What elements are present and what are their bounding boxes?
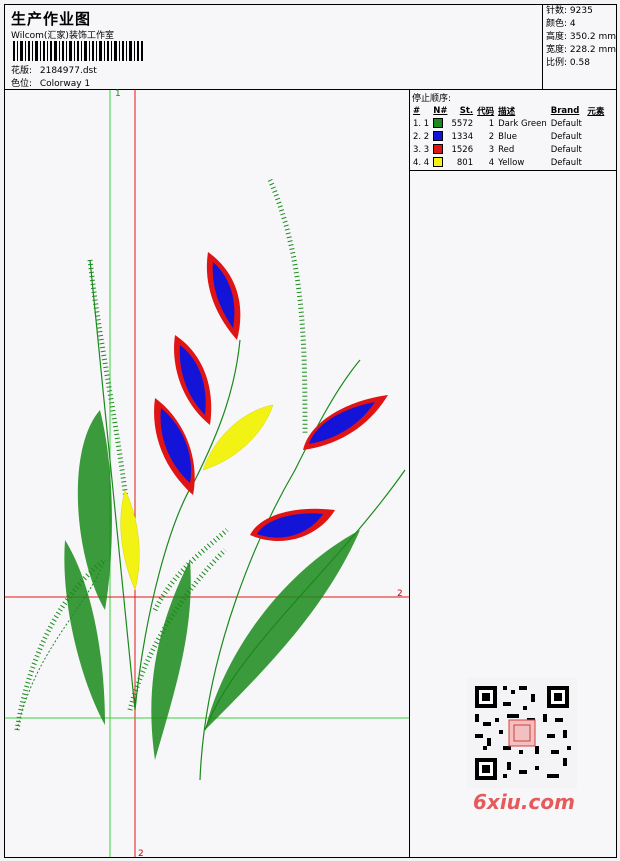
color-count: 颜色: 4	[546, 19, 576, 29]
axis-label-bottom: 2	[138, 849, 144, 859]
col-stitches: St.	[459, 105, 474, 116]
stats-panel: 针数: 9235 颜色: 4 高度: 350.2 mm 宽度: 228.2 mm…	[542, 5, 619, 90]
color-row: 3. 3 1526 3 Red Default	[411, 143, 606, 156]
design-file-row: 花版: 2184977.dst	[11, 63, 97, 76]
design-file-value: 2184977.dst	[39, 66, 97, 76]
row-brand: Default	[550, 118, 582, 129]
leaf-green-center	[151, 560, 191, 760]
row-element	[585, 117, 606, 130]
row-stitches: 1526	[451, 144, 474, 155]
colorway-value: Colorway 1	[39, 79, 91, 89]
row-swatch	[431, 143, 449, 156]
row-desc: Dark Green	[498, 118, 547, 129]
color-swatch	[433, 118, 444, 129]
col-desc: 描述	[498, 106, 516, 117]
row-swatch	[431, 156, 449, 169]
colorway-row: 色位: Colorway 1	[11, 76, 90, 89]
design-height: 高度: 350.2 mm	[546, 32, 617, 42]
qr-code	[467, 678, 577, 788]
row-desc: Blue	[498, 131, 517, 142]
color-swatch	[433, 131, 444, 142]
axis-label-top: 1	[115, 89, 121, 99]
row-brand: Default	[550, 157, 582, 168]
side-divider	[409, 170, 410, 857]
col-code: 代码	[477, 106, 495, 117]
col-brand: Brand	[550, 105, 580, 116]
stop-sequence-title: 停止顺序:	[412, 94, 452, 104]
embroidery-design	[5, 90, 409, 857]
row-code: 3	[488, 144, 495, 155]
row-stitches: 5572	[451, 118, 474, 129]
color-swatch	[433, 144, 444, 155]
color-table: # N# St. 代码 描述 Brand 元素 1. 1 5572 1 Dark Gr…	[411, 104, 606, 169]
barcode	[13, 41, 143, 61]
design-file-label: 花版:	[11, 66, 33, 76]
row-index: 3. 3	[413, 144, 430, 155]
color-table-header: # N# St. 代码 描述 Brand 元素	[411, 104, 606, 117]
row-stitches: 801	[456, 157, 474, 168]
stitch-count: 针数: 9235	[546, 6, 593, 16]
col-index: #	[413, 105, 421, 116]
row-element	[585, 143, 606, 156]
row-code: 2	[488, 131, 495, 142]
row-stitches: 1334	[451, 131, 474, 142]
color-row: 2. 2 1334 2 Blue Default	[411, 130, 606, 143]
leaf-yellow-lower	[120, 489, 140, 591]
row-index: 2. 2	[413, 131, 430, 142]
row-desc: Red	[498, 144, 515, 155]
color-row: 1. 1 5572 1 Dark Green Default	[411, 117, 606, 130]
leaf-yellow-upper	[202, 404, 274, 471]
row-code: 4	[488, 157, 495, 168]
design-width: 宽度: 228.2 mm	[546, 45, 617, 55]
fern-top-right	[267, 178, 308, 436]
col-needle: N#	[433, 105, 448, 116]
row-desc: Yellow	[498, 157, 525, 168]
row-element	[585, 156, 606, 169]
row-brand: Default	[550, 131, 582, 142]
row-swatch	[431, 130, 449, 143]
color-swatch	[433, 157, 444, 168]
row-element	[585, 130, 606, 143]
colorway-label: 色位:	[11, 79, 33, 89]
design-scale: 比例: 0.58	[546, 58, 590, 68]
watermark: 6xiu.com	[473, 790, 575, 814]
fern-middle	[152, 528, 229, 612]
color-row: 4. 4 801 4 Yellow Default	[411, 156, 606, 169]
row-index: 1. 1	[413, 118, 430, 129]
axis-label-right: 2	[397, 589, 403, 599]
page-title: 生产作业图	[11, 10, 92, 28]
row-brand: Default	[550, 144, 582, 155]
row-swatch	[431, 117, 449, 130]
col-element: 元素	[587, 106, 605, 117]
row-index: 4. 4	[413, 157, 430, 168]
company-name: Wilcom(汇家)装饰工作室	[11, 31, 114, 41]
row-code: 1	[488, 118, 495, 129]
stop-sequence-panel: 停止顺序: # N# St. 代码 描述 Brand 元素 1. 1 5572 1 D…	[409, 90, 617, 171]
leaf-green-right	[205, 530, 360, 730]
